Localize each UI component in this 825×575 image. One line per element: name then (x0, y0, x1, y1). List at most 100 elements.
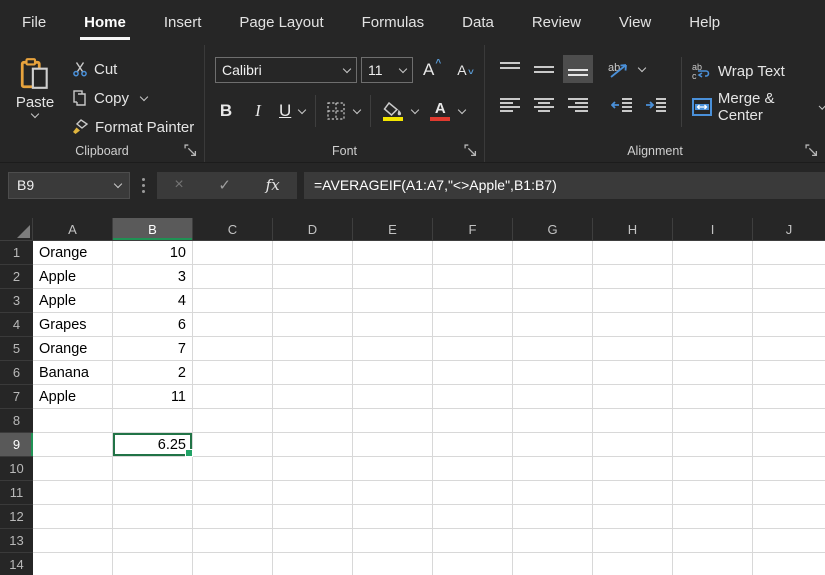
cell-g2[interactable] (513, 265, 593, 289)
underline-button[interactable]: U (279, 101, 307, 121)
cell-j8[interactable] (753, 409, 825, 433)
cell-j10[interactable] (753, 457, 825, 481)
row-header-6[interactable]: 6 (0, 361, 33, 385)
cell-i14[interactable] (673, 553, 753, 575)
cell-e10[interactable] (353, 457, 433, 481)
cell-c5[interactable] (193, 337, 273, 361)
row-header-9[interactable]: 9 (0, 433, 33, 457)
cell-j2[interactable] (753, 265, 825, 289)
middle-align-button[interactable] (529, 55, 559, 83)
row-header-5[interactable]: 5 (0, 337, 33, 361)
tab-insert[interactable]: Insert (162, 10, 204, 35)
cell-f10[interactable] (433, 457, 513, 481)
cell-e14[interactable] (353, 553, 433, 575)
row-header-13[interactable]: 13 (0, 529, 33, 553)
row-header-7[interactable]: 7 (0, 385, 33, 409)
cell-c13[interactable] (193, 529, 273, 553)
tab-file[interactable]: File (20, 10, 48, 35)
enter-icon[interactable]: ✓ (218, 176, 231, 194)
cell-f12[interactable] (433, 505, 513, 529)
bold-button[interactable]: B (215, 101, 237, 121)
cell-e4[interactable] (353, 313, 433, 337)
cell-e1[interactable] (353, 241, 433, 265)
cell-h3[interactable] (593, 289, 673, 313)
tab-view[interactable]: View (617, 10, 653, 35)
cell-a8[interactable] (33, 409, 113, 433)
cell-j6[interactable] (753, 361, 825, 385)
cell-g13[interactable] (513, 529, 593, 553)
cell-c4[interactable] (193, 313, 273, 337)
cell-f8[interactable] (433, 409, 513, 433)
cell-i4[interactable] (673, 313, 753, 337)
top-align-button[interactable] (495, 55, 525, 83)
column-header-e[interactable]: E (353, 218, 433, 240)
cell-g8[interactable] (513, 409, 593, 433)
cell-f7[interactable] (433, 385, 513, 409)
cell-d6[interactable] (273, 361, 353, 385)
cell-f2[interactable] (433, 265, 513, 289)
cell-b9[interactable]: 6.25 (113, 433, 193, 457)
row-header-12[interactable]: 12 (0, 505, 33, 529)
cell-i7[interactable] (673, 385, 753, 409)
cell-i3[interactable] (673, 289, 753, 313)
cell-a3[interactable]: Apple (33, 289, 113, 313)
cell-j5[interactable] (753, 337, 825, 361)
formula-input[interactable]: =AVERAGEIF(A1:A7,"<>Apple",B1:B7) (304, 171, 825, 199)
cell-c10[interactable] (193, 457, 273, 481)
column-header-j[interactable]: J (753, 218, 825, 240)
cell-a13[interactable] (33, 529, 113, 553)
cell-h13[interactable] (593, 529, 673, 553)
cell-a14[interactable] (33, 553, 113, 575)
cell-c14[interactable] (193, 553, 273, 575)
cell-d4[interactable] (273, 313, 353, 337)
cell-a4[interactable]: Grapes (33, 313, 113, 337)
cell-j1[interactable] (753, 241, 825, 265)
italic-button[interactable]: I (247, 101, 269, 121)
cell-a1[interactable]: Orange (33, 241, 113, 265)
insert-function-icon[interactable]: fx (266, 176, 280, 194)
row-header-10[interactable]: 10 (0, 457, 33, 481)
cell-h9[interactable] (593, 433, 673, 457)
alignment-dialog-launcher[interactable] (805, 144, 819, 158)
cell-a11[interactable] (33, 481, 113, 505)
tab-help[interactable]: Help (687, 10, 722, 35)
cell-b7[interactable]: 11 (113, 385, 193, 409)
cell-d12[interactable] (273, 505, 353, 529)
cell-i6[interactable] (673, 361, 753, 385)
cell-h8[interactable] (593, 409, 673, 433)
center-button[interactable] (529, 91, 559, 119)
font-size-combobox[interactable]: 11 (361, 57, 413, 83)
cell-g6[interactable] (513, 361, 593, 385)
cell-a6[interactable]: Banana (33, 361, 113, 385)
cell-d2[interactable] (273, 265, 353, 289)
row-header-3[interactable]: 3 (0, 289, 33, 313)
bottom-align-button[interactable] (563, 55, 593, 83)
orientation-button[interactable]: ab (607, 59, 647, 79)
cell-f4[interactable] (433, 313, 513, 337)
cell-i5[interactable] (673, 337, 753, 361)
column-header-d[interactable]: D (273, 218, 353, 240)
cell-c1[interactable] (193, 241, 273, 265)
cell-g11[interactable] (513, 481, 593, 505)
column-header-h[interactable]: H (593, 218, 673, 240)
tab-page-layout[interactable]: Page Layout (237, 10, 325, 35)
font-color-button[interactable]: A (428, 101, 467, 121)
cell-h1[interactable] (593, 241, 673, 265)
cell-e11[interactable] (353, 481, 433, 505)
cell-a12[interactable] (33, 505, 113, 529)
cell-h4[interactable] (593, 313, 673, 337)
tab-home[interactable]: Home (80, 10, 130, 40)
cell-e8[interactable] (353, 409, 433, 433)
decrease-font-size-button[interactable]: A ^ (451, 62, 479, 78)
cell-f1[interactable] (433, 241, 513, 265)
borders-button[interactable] (326, 101, 362, 121)
cell-h11[interactable] (593, 481, 673, 505)
cell-c12[interactable] (193, 505, 273, 529)
cell-g7[interactable] (513, 385, 593, 409)
cell-h7[interactable] (593, 385, 673, 409)
cell-g5[interactable] (513, 337, 593, 361)
cell-c6[interactable] (193, 361, 273, 385)
cell-j4[interactable] (753, 313, 825, 337)
row-header-1[interactable]: 1 (0, 241, 33, 265)
cell-c7[interactable] (193, 385, 273, 409)
